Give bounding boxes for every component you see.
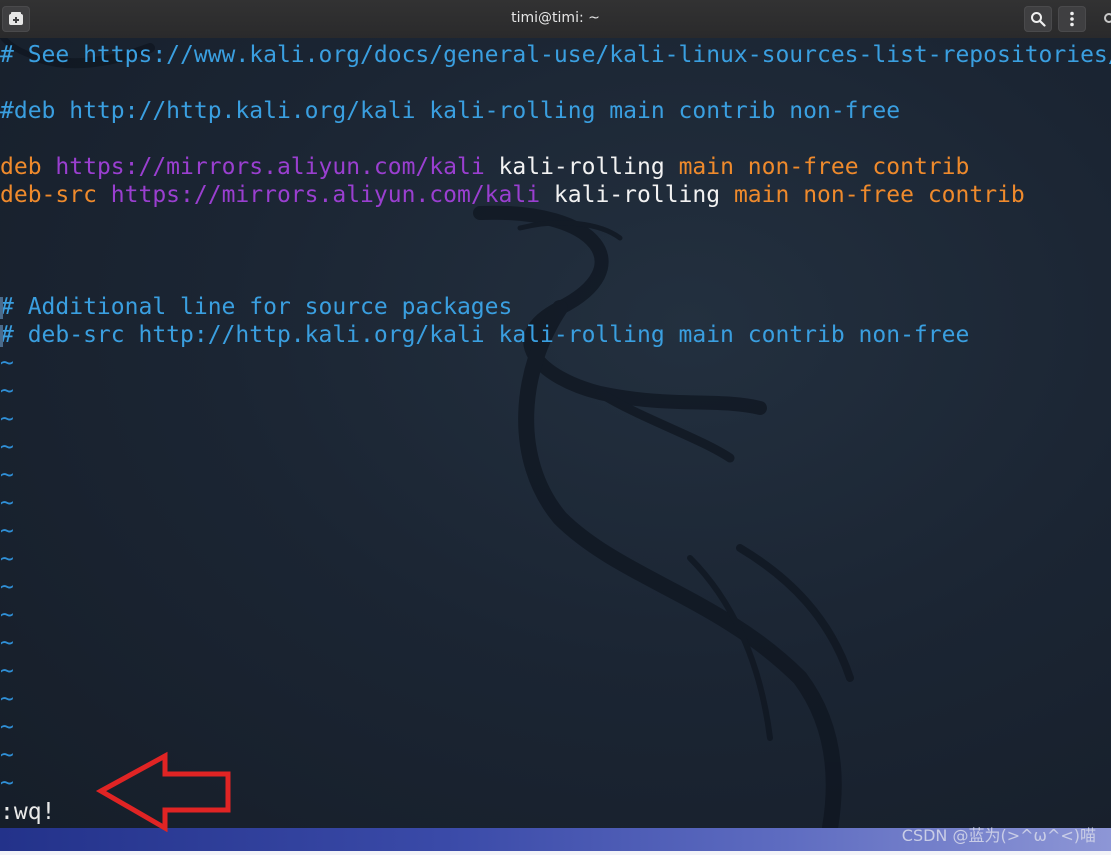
empty-buffer-row: ~ [0,686,14,712]
empty-buffer-row: ~ [0,490,14,516]
empty-buffer-row: ~ [0,350,14,376]
empty-buffer-row: ~ [0,714,14,740]
window-title: timi@timi: ~ [511,10,600,26]
source-line-deb-src: deb-src https://mirrors.aliyun.com/kali … [0,181,1111,209]
terminal-pane[interactable]: # See https://www.kali.org/docs/general-… [0,38,1111,828]
comment-text: # deb-src http://http.kali.org/kali kali… [0,322,970,348]
empty-buffer-row: ~ [0,546,14,572]
line-marker [0,297,3,319]
command-line[interactable]: :wq! [0,798,55,826]
empty-buffer-row: ~ [0,602,14,628]
source-url: https://mirrors.aliyun.com/kali [55,154,485,180]
csdn-watermark: CSDN @蓝为(>^ω^<)喵 [901,826,1096,845]
search-icon [1031,12,1046,27]
window-control-icon[interactable] [1104,13,1111,23]
search-button[interactable] [1024,6,1052,32]
empty-buffer-row: ~ [0,574,14,600]
empty-buffer-row: ~ [0,406,14,432]
empty-buffer-row: ~ [0,518,14,544]
title-bar: timi@timi: ~ [0,0,1111,39]
comment-line: # Additional line for source packages [0,293,1111,321]
source-suite: kali-rolling [498,154,665,180]
comment-line: # See https://www.kali.org/docs/general-… [0,42,1111,68]
comment-text: # Additional line for source packages [0,294,513,320]
source-line-deb: deb https://mirrors.aliyun.com/kali kali… [0,153,1111,181]
empty-buffer-row: ~ [0,434,14,460]
source-url: https://mirrors.aliyun.com/kali [110,182,541,208]
empty-buffer-row: ~ [0,462,14,488]
empty-buffer-row: ~ [0,630,14,656]
source-keyword: deb-src [0,182,97,208]
source-keyword: deb [0,154,42,180]
editor-buffer[interactable]: # See https://www.kali.org/docs/general-… [0,41,1111,797]
comment-line: #deb http://http.kali.org/kali kali-roll… [0,98,901,124]
kebab-menu-icon [1070,11,1074,27]
source-suite: kali-rolling [553,182,721,208]
source-components: main non-free contrib [678,154,970,180]
source-components: main non-free contrib [733,182,1025,208]
screen-edge [0,851,1111,855]
line-marker [0,325,3,347]
red-arrow-annotation-icon [95,751,231,832]
empty-buffer-row: ~ [0,378,14,404]
empty-buffer-row: ~ [0,658,14,684]
comment-line: # deb-src http://http.kali.org/kali kali… [0,321,1111,349]
menu-button[interactable] [1058,6,1086,32]
